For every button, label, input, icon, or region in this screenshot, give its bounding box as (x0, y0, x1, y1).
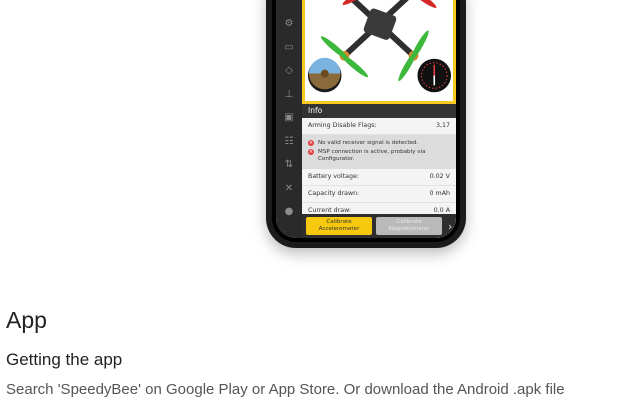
section-heading: App (6, 307, 47, 333)
section-subheading: Getting the app (6, 350, 123, 369)
info-header: Info (302, 104, 456, 118)
capacity-value: 0 mAh (429, 190, 450, 197)
main-panel: Info Arming Disable Flags: 3,17 × No val… (302, 0, 456, 238)
arming-label: Arming Disable Flags: (308, 122, 377, 129)
calibrate-magnetometer-button[interactable]: Calibrate Magnetometer (376, 217, 442, 235)
action-bar: Calibrate Accelerometer Calibrate Magnet… (302, 214, 456, 238)
battery-label: Battery voltage: (308, 173, 359, 180)
drone-3d-view (302, 0, 456, 104)
warning-item: × MSP connection is active, probably via… (308, 149, 426, 162)
shield-icon[interactable]: ◇ (276, 59, 302, 83)
battery-icon[interactable]: ▭ (276, 36, 302, 60)
battery-value: 0.02 V (429, 173, 450, 180)
quadcopter-illustration (307, 0, 452, 93)
settings-icon[interactable]: ⚙ (276, 12, 302, 36)
sidebar-nav: ⚙ ▭ ◇ ⊥ ▣ ☷ ⇅ ✕ ● (276, 0, 302, 238)
receiver-icon[interactable]: ▣ (276, 106, 302, 130)
arming-value: 3,17 (435, 122, 450, 129)
phone-bezel: ⚙ ▭ ◇ ⊥ ▣ ☷ ⇅ ✕ ● Info Arming Disable Fl… (272, 0, 460, 242)
network-icon[interactable]: ⊥ (276, 83, 302, 107)
warning-item: × No valid receiver signal is detected. (308, 140, 419, 146)
attitude-indicator-icon (307, 57, 342, 93)
battery-row: Battery voltage: 0.02 V (302, 169, 456, 186)
phone-mockup: ⚙ ▭ ◇ ⊥ ▣ ☷ ⇅ ✕ ● Info Arming Disable Fl… (266, 0, 466, 248)
error-icon: × (308, 149, 314, 155)
motors-icon[interactable]: ✕ (276, 177, 302, 201)
calibrate-accelerometer-button[interactable]: Calibrate Accelerometer (306, 217, 372, 235)
info-panel: Arming Disable Flags: 3,17 × No valid re… (302, 118, 456, 220)
compass-icon (417, 58, 452, 93)
led-icon[interactable]: ● (276, 200, 302, 224)
warning-list: × No valid receiver signal is detected. … (302, 135, 456, 169)
arming-row: Arming Disable Flags: 3,17 (302, 118, 456, 135)
capacity-row: Capacity drawn: 0 mAh (302, 186, 456, 203)
error-icon: × (308, 140, 314, 146)
chevron-right-icon[interactable]: › (448, 220, 452, 233)
modes-icon[interactable]: ☷ (276, 130, 302, 154)
app-screen: ⚙ ▭ ◇ ⊥ ▣ ☷ ⇅ ✕ ● Info Arming Disable Fl… (276, 0, 456, 238)
adjustments-icon[interactable]: ⇅ (276, 153, 302, 177)
section-paragraph: Search 'SpeedyBee' on Google Play or App… (6, 381, 565, 398)
capacity-label: Capacity drawn: (308, 190, 360, 197)
